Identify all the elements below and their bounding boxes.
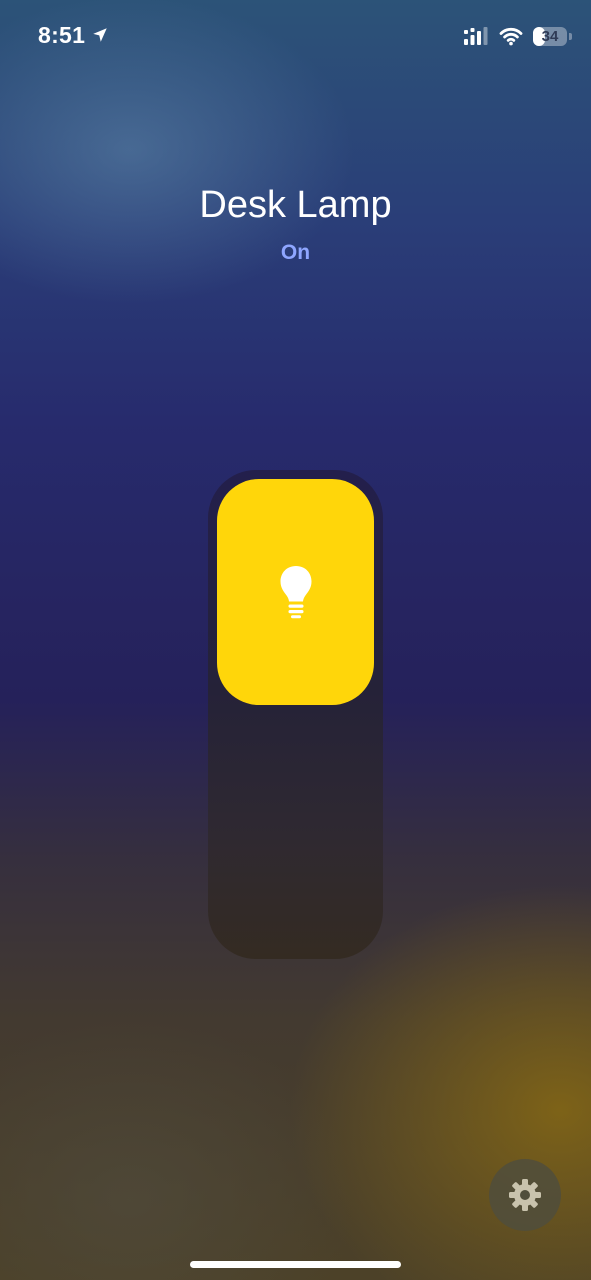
status-bar: 8:51 34 <box>0 0 591 70</box>
location-arrow-icon <box>93 28 107 42</box>
status-indicators: 34 <box>463 22 572 50</box>
device-title: Desk Lamp <box>199 184 392 226</box>
cellular-signal-icon <box>464 27 488 45</box>
lightbulb-icon <box>280 566 311 619</box>
battery-cap <box>569 32 572 40</box>
status-time-group: 8:51 <box>38 20 109 50</box>
wifi-icon <box>499 27 523 46</box>
brightness-slider[interactable] <box>208 470 383 959</box>
gear-icon <box>509 1179 541 1211</box>
battery-icon: 34 <box>533 26 572 46</box>
brightness-fill[interactable] <box>217 479 374 705</box>
settings-button[interactable] <box>489 1159 561 1231</box>
status-time: 8:51 <box>38 21 86 48</box>
home-indicator[interactable] <box>190 1261 401 1268</box>
device-status: On <box>280 241 311 264</box>
battery-level: 34 <box>541 27 559 45</box>
